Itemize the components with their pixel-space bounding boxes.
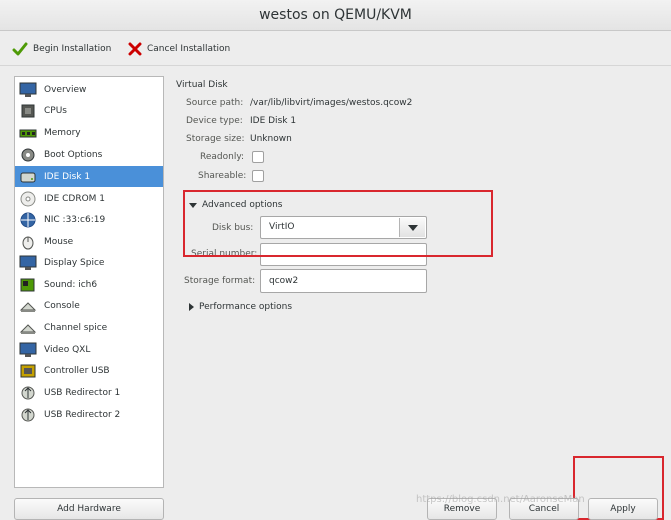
sidebar-item-usb-redirector-1[interactable]: USB Redirector 1 (15, 382, 163, 403)
sidebar-item-channel-spice[interactable]: Channel spice (15, 317, 163, 338)
watermark-text: https://blog.csdn.net/AaronseMan (416, 494, 585, 505)
sidebar-item-label: USB Redirector 2 (44, 409, 121, 420)
sidebar-item-label: IDE Disk 1 (44, 171, 91, 182)
cancel-installation-button[interactable]: Cancel Installation (128, 40, 230, 58)
add-hardware-button[interactable]: Add Hardware (14, 498, 164, 520)
sidebar-item-label: Controller USB (44, 365, 110, 376)
apply-button[interactable]: Apply (588, 498, 658, 520)
sidebar-item-overview[interactable]: Overview (15, 79, 163, 100)
sidebar-item-label: Channel spice (44, 322, 108, 333)
video-icon (18, 341, 38, 359)
sidebar-item-label: Video QXL (44, 344, 91, 355)
advanced-options-expander[interactable]: Advanced options (189, 200, 282, 210)
display-icon (18, 254, 38, 272)
storage-size-label: Storage size: (186, 134, 245, 144)
cdrom-icon (18, 190, 38, 208)
checkmark-icon (12, 41, 28, 57)
toolbar: Begin Installation Cancel Installation (0, 32, 671, 66)
sidebar-item-label: USB Redirector 1 (44, 387, 121, 398)
advanced-options-label: Advanced options (202, 200, 283, 210)
section-title: Virtual Disk (176, 80, 228, 90)
usb-icon (18, 384, 38, 402)
gear-icon (18, 146, 38, 164)
sidebar-item-label: NIC :33:c6:19 (44, 214, 106, 225)
disk-bus-value: VirtIO (269, 222, 295, 232)
window-title: westos on QEMU/KVM (0, 0, 671, 31)
memory-icon (18, 124, 38, 142)
sidebar-item-label: Memory (44, 127, 81, 138)
console-icon (18, 297, 38, 315)
sidebar-item-controller-usb[interactable]: Controller USB (15, 360, 163, 381)
sidebar-item-label: Boot Options (44, 149, 103, 160)
device-type-value: IDE Disk 1 (250, 116, 297, 126)
storage-format-label: Storage format: (184, 276, 256, 286)
sidebar-item-boot-options[interactable]: Boot Options (15, 144, 163, 165)
sidebar-item-mouse[interactable]: Mouse (15, 231, 163, 252)
sidebar-item-cpus[interactable]: CPUs (15, 100, 163, 121)
chevron-down-icon[interactable] (399, 218, 425, 237)
sidebar-item-label: Sound: ich6 (44, 279, 98, 290)
sidebar-item-video-qxl[interactable]: Video QXL (15, 339, 163, 360)
sidebar-item-label: Mouse (44, 236, 74, 247)
shareable-label: Shareable: (198, 171, 247, 181)
cpu-icon (18, 102, 38, 120)
sidebar-item-label: Console (44, 300, 80, 311)
channel-icon (18, 319, 38, 337)
storage-format-input[interactable] (261, 270, 426, 292)
disk-bus-label: Disk bus: (212, 223, 254, 233)
expander-right-icon (189, 303, 194, 311)
monitor-icon (18, 81, 38, 99)
storage-format-field[interactable] (260, 269, 427, 293)
sound-icon (18, 276, 38, 294)
sidebar-item-usb-redirector-2[interactable]: USB Redirector 2 (15, 404, 163, 425)
disk-icon (18, 168, 38, 186)
performance-options-expander[interactable]: Performance options (189, 302, 292, 312)
shareable-checkbox[interactable] (252, 170, 264, 182)
sidebar-item-sound[interactable]: Sound: ich6 (15, 274, 163, 295)
sidebar-item-label: Display Spice (44, 257, 105, 268)
sidebar-item-nic[interactable]: NIC :33:c6:19 (15, 209, 163, 230)
readonly-label: Readonly: (200, 152, 245, 162)
device-type-label: Device type: (186, 116, 243, 126)
cancel-icon (128, 42, 142, 56)
serial-number-field[interactable] (260, 243, 427, 266)
hardware-list: Overview CPUs Memory Boot Options IDE Di… (14, 76, 164, 488)
sidebar-item-ide-disk-1[interactable]: IDE Disk 1 (15, 166, 163, 187)
serial-number-label: Serial number: (191, 249, 258, 259)
sidebar-item-memory[interactable]: Memory (15, 122, 163, 143)
serial-number-input[interactable] (261, 244, 426, 265)
begin-installation-button[interactable]: Begin Installation (12, 40, 111, 58)
sidebar-item-console[interactable]: Console (15, 295, 163, 316)
disk-bus-select[interactable]: VirtIO (260, 216, 427, 239)
network-icon (18, 211, 38, 229)
sidebar-item-ide-cdrom-1[interactable]: IDE CDROM 1 (15, 188, 163, 209)
begin-installation-label: Begin Installation (33, 44, 112, 54)
readonly-checkbox[interactable] (252, 151, 264, 163)
performance-options-label: Performance options (199, 302, 293, 312)
mouse-icon (18, 233, 38, 251)
sidebar-item-display-spice[interactable]: Display Spice (15, 252, 163, 273)
sidebar-item-label: IDE CDROM 1 (44, 193, 106, 204)
controller-icon (18, 362, 38, 380)
cancel-installation-label: Cancel Installation (147, 44, 231, 54)
source-path-value: /var/lib/libvirt/images/westos.qcow2 (250, 98, 413, 108)
sidebar-item-label: Overview (44, 84, 87, 95)
usb-icon (18, 406, 38, 424)
storage-size-value: Unknown (250, 134, 292, 144)
expander-down-icon (189, 202, 197, 208)
sidebar-item-label: CPUs (44, 105, 67, 116)
source-path-label: Source path: (186, 98, 244, 108)
